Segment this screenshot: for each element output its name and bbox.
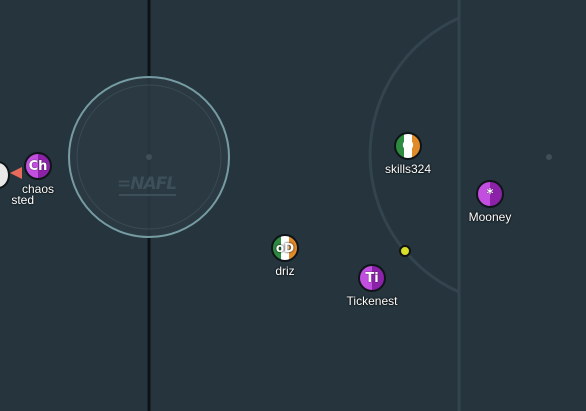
player-avatar: oD (275, 241, 295, 255)
player-name: chaos (21, 182, 55, 196)
player-name: skills324 (384, 162, 432, 176)
player-driz: oD driz (237, 234, 337, 294)
league-logo-underline (119, 194, 176, 196)
game-field: =NAFL sted Ch chaos skills324 * Mooney o… (0, 0, 586, 411)
player-disc: Ti (358, 264, 386, 292)
player-mooney: * Mooney (442, 180, 542, 240)
penalty-spot (546, 154, 552, 160)
player-disc: * (476, 180, 504, 208)
player-name: driz (275, 264, 295, 278)
ring-icon (402, 139, 414, 154)
player-name: Mooney (468, 210, 512, 224)
player-disc: Ch (24, 152, 52, 180)
league-logo: =NAFL (117, 174, 179, 200)
player-name: Tickenest (346, 294, 398, 308)
player-disc (394, 132, 422, 160)
ball (399, 245, 411, 257)
player-avatar: Ti (365, 270, 379, 286)
center-spot (146, 154, 152, 160)
player-tickenest: Ti Tickenest (324, 264, 424, 324)
player-avatar: * (486, 186, 494, 202)
player-chaos: Ch chaos (0, 152, 90, 212)
player-disc: oD (271, 234, 299, 262)
league-logo-text: =NAFL (117, 174, 177, 194)
player-avatar: Ch (28, 158, 48, 174)
